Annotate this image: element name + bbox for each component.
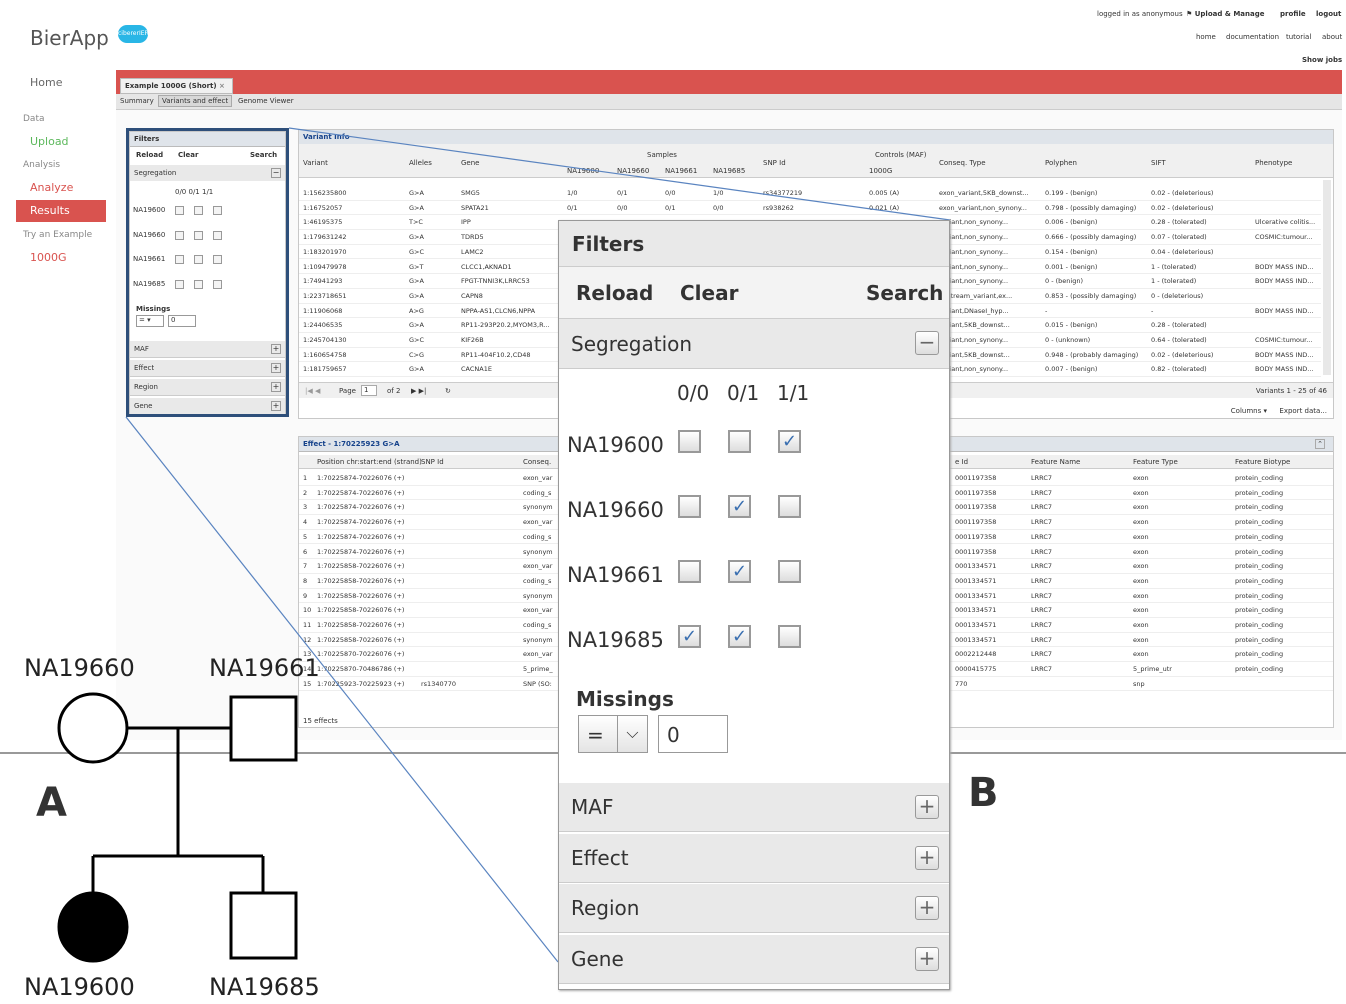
pedigree-father-circle xyxy=(57,692,129,764)
panel-label-a: A xyxy=(36,780,67,826)
filter-section-label: Effect xyxy=(571,845,629,870)
sample-label: NA19685 xyxy=(567,628,664,652)
genotype-checkbox[interactable] xyxy=(778,625,801,648)
missings-value-input[interactable]: 0 xyxy=(658,715,728,753)
geno-header-00-large: 0/0 xyxy=(677,381,710,405)
filter-section[interactable]: MAF + xyxy=(559,783,949,832)
pedigree-diagram xyxy=(57,692,298,963)
plus-icon[interactable]: + xyxy=(915,946,939,971)
missings-label: Missings xyxy=(576,687,674,711)
filters-toolbar: Reload Clear Search xyxy=(559,267,949,319)
segregation-header[interactable]: Segregation − xyxy=(559,319,949,369)
minus-icon[interactable]: − xyxy=(915,331,939,355)
filters-title: Filters xyxy=(572,232,645,256)
plus-icon[interactable]: + xyxy=(915,845,939,870)
checkmark-icon: ✓ xyxy=(731,496,748,517)
genotype-checkbox[interactable] xyxy=(678,430,701,453)
sample-label: NA19660 xyxy=(567,498,664,522)
plus-icon[interactable]: + xyxy=(915,896,939,920)
chevron-down-icon[interactable]: ⌵ xyxy=(617,716,647,752)
filter-section-label: Gene xyxy=(571,946,624,971)
checkmark-icon: ✓ xyxy=(681,626,698,647)
filter-section[interactable]: Region + xyxy=(559,884,949,933)
panel-label-b: B xyxy=(968,770,999,816)
filters-header: Filters xyxy=(559,221,949,267)
geno-header-01-large: 0/1 xyxy=(727,381,760,405)
reload-button[interactable]: Reload xyxy=(576,281,653,305)
genotype-checkbox[interactable]: ✓ xyxy=(728,495,751,518)
geno-header-11-large: 1/1 xyxy=(777,381,810,405)
search-button[interactable]: Search xyxy=(866,281,943,305)
filter-section-label: Region xyxy=(571,896,640,920)
segregation-label: Segregation xyxy=(571,332,693,356)
genotype-checkbox[interactable]: ✓ xyxy=(778,430,801,453)
checkmark-icon: ✓ xyxy=(731,626,748,647)
pedigree-affected-circle xyxy=(57,891,129,963)
genotype-checkbox[interactable]: ✓ xyxy=(728,625,751,648)
genotype-checkbox[interactable]: ✓ xyxy=(678,625,701,648)
missings-operator[interactable]: = ⌵ xyxy=(578,715,648,753)
clear-button[interactable]: Clear xyxy=(680,281,738,305)
pedigree-mother-square xyxy=(229,695,298,762)
filters-panel-zoomed: Filters Reload Clear Search Segregation … xyxy=(558,220,950,990)
genotype-checkbox[interactable] xyxy=(778,495,801,518)
checkmark-icon: ✓ xyxy=(731,561,748,582)
checkmark-icon: ✓ xyxy=(781,431,798,452)
genotype-checkbox[interactable] xyxy=(778,560,801,583)
genotype-checkbox[interactable] xyxy=(678,495,701,518)
genotype-checkbox[interactable]: ✓ xyxy=(728,560,751,583)
genotype-checkbox[interactable] xyxy=(678,560,701,583)
sample-label: NA19600 xyxy=(567,433,664,457)
filter-section-label: MAF xyxy=(571,795,614,819)
filter-section[interactable]: Effect + xyxy=(559,833,949,883)
plus-icon[interactable]: + xyxy=(915,795,939,819)
filter-section[interactable]: Gene + xyxy=(559,934,949,984)
sample-label: NA19661 xyxy=(567,563,664,587)
genotype-checkbox[interactable] xyxy=(728,430,751,453)
pedigree-unaffected-square xyxy=(229,891,298,960)
